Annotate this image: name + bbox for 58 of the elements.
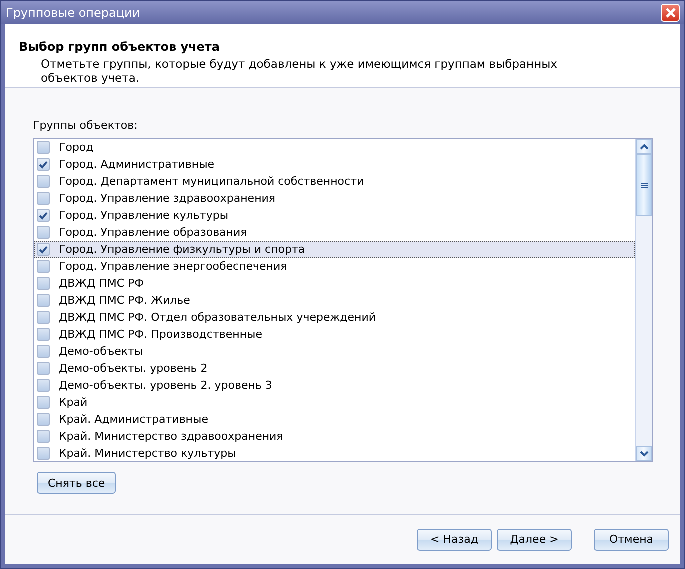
- list-item[interactable]: Город. Управление энергообеспечения: [34, 258, 635, 275]
- list-item[interactable]: ДВЖД ПМС РФ. Отдел образовательных учереждений: [34, 309, 635, 326]
- list-item[interactable]: Демо-объекты: [34, 343, 635, 360]
- list-item[interactable]: Город. Управление здравоохранения: [34, 190, 635, 207]
- caret-up-icon: [640, 144, 648, 150]
- list-item[interactable]: Город. Административные: [34, 156, 635, 173]
- wizard-button[interactable]: Далее >: [497, 528, 572, 550]
- checkbox[interactable]: [37, 243, 50, 256]
- checkbox[interactable]: [37, 209, 50, 222]
- wizard-button[interactable]: < Назад: [417, 528, 492, 550]
- page-heading: Выбор групп объектов учета: [19, 40, 221, 54]
- checkbox[interactable]: [37, 192, 50, 205]
- checkbox[interactable]: [37, 430, 50, 443]
- list-item[interactable]: Край. Министерство здравоохранения: [34, 428, 635, 445]
- caret-down-icon: [640, 450, 648, 456]
- window-title: Групповые операции: [6, 6, 140, 20]
- list-item[interactable]: Край. Министерство культуры: [34, 445, 635, 461]
- checkbox[interactable]: [37, 413, 50, 426]
- list-item[interactable]: Край. Административные: [34, 411, 635, 428]
- checkmark-icon: [39, 160, 48, 168]
- list-item[interactable]: ДВЖД ПМС РФ. Жилье: [34, 292, 635, 309]
- list-item[interactable]: Город: [34, 139, 635, 156]
- scrollbar[interactable]: [635, 139, 652, 461]
- checkbox[interactable]: [37, 294, 50, 307]
- list-item[interactable]: Демо-объекты. уровень 2: [34, 360, 635, 377]
- checkbox[interactable]: [37, 277, 50, 290]
- list-item[interactable]: Край: [34, 394, 635, 411]
- checkbox[interactable]: [37, 396, 50, 409]
- list-item[interactable]: Демо-объекты. уровень 2. уровень 3: [34, 377, 635, 394]
- list-label: Группы объектов:: [33, 119, 139, 132]
- clear-all-button[interactable]: Снять все: [37, 472, 116, 494]
- list-item[interactable]: Город. Управление культуры: [34, 207, 635, 224]
- close-icon: [664, 6, 676, 18]
- checkbox[interactable]: [37, 345, 50, 358]
- scroll-up-button[interactable]: [636, 139, 652, 154]
- checkmark-icon: [39, 212, 48, 220]
- list-item[interactable]: Город. Департамент муниципальной собственности: [34, 173, 635, 190]
- checkbox[interactable]: [37, 226, 50, 239]
- wizard-button[interactable]: Отмена: [594, 528, 669, 550]
- checkbox[interactable]: [37, 328, 50, 341]
- list-item[interactable]: ДВЖД ПМС РФ: [34, 275, 635, 292]
- checkbox[interactable]: [37, 311, 50, 324]
- checkbox[interactable]: [37, 141, 50, 154]
- close-button[interactable]: [661, 4, 680, 22]
- list-item[interactable]: Город. Управление физкультуры и спорта: [34, 241, 635, 258]
- checkbox[interactable]: [37, 362, 50, 375]
- checkbox[interactable]: [37, 379, 50, 392]
- list-item[interactable]: ДВЖД ПМС РФ. Производственные: [34, 326, 635, 343]
- list-item[interactable]: Город. Управление образования: [34, 224, 635, 241]
- checkbox[interactable]: [37, 175, 50, 188]
- scroll-thumb[interactable]: [636, 154, 652, 216]
- scroll-down-button[interactable]: [636, 446, 652, 461]
- checkbox[interactable]: [37, 447, 50, 460]
- checkbox[interactable]: [37, 158, 50, 171]
- page-description: Отметьте группы, которые будут добавлены к уже имеющимся группам выбранных объектов учета.: [41, 57, 558, 85]
- grip-icon: [640, 182, 648, 188]
- checkmark-icon: [39, 246, 48, 254]
- checkbox[interactable]: [37, 260, 50, 273]
